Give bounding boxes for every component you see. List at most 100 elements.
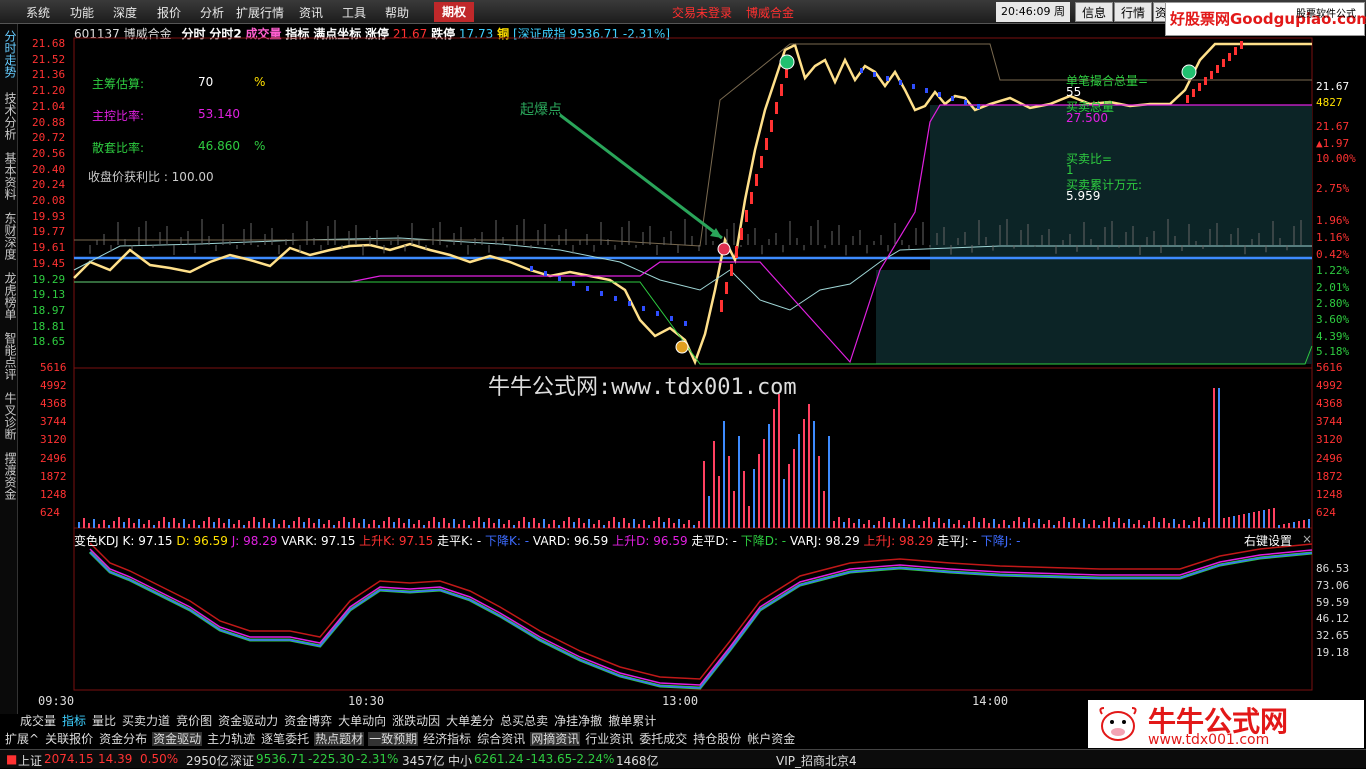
bottom-tab[interactable]: 量比	[92, 714, 116, 728]
bottom-tab[interactable]: 关联报价	[44, 732, 94, 746]
volume-bar	[763, 439, 765, 528]
right-value-1: 55	[1066, 85, 1082, 99]
volume-bar	[693, 525, 695, 528]
price-tick-right: 1.22%	[1316, 264, 1350, 277]
rise-bar	[745, 210, 748, 222]
price-tick-right: 2.80%	[1316, 297, 1350, 310]
bottom-tab[interactable]: 资金驱动力	[218, 714, 278, 728]
price-tick-left: 20.72	[32, 131, 66, 145]
volume-tick-right: 4368	[1316, 397, 1343, 411]
bottom-tab[interactable]: 撤单累计	[608, 714, 656, 728]
sh-label[interactable]: 上证	[18, 752, 42, 769]
bottom-tab[interactable]: 逐笔委托	[260, 732, 310, 746]
volume-tick-left: 3120	[40, 433, 67, 447]
volume-bar	[1273, 508, 1275, 528]
volume-bar	[108, 525, 110, 528]
volume-bar	[508, 520, 510, 528]
price-tick-right: 21.67	[1316, 80, 1350, 93]
volume-bar	[623, 518, 625, 528]
bottom-tab[interactable]: 涨跌动因	[392, 714, 440, 728]
volume-bar	[758, 454, 760, 528]
volume-bar	[78, 522, 80, 528]
volume-bar	[558, 525, 560, 528]
volume-bar	[1288, 523, 1290, 528]
status-bar: ■ 上证 2074.15 14.39 0.50% 2950亿 深证 9536.7…	[0, 749, 1366, 768]
volume-bar	[973, 517, 975, 528]
bottom-tab[interactable]: 网摘资讯	[530, 732, 581, 746]
volume-bar	[563, 521, 565, 528]
volume-bar	[868, 520, 870, 528]
bottom-tab[interactable]: 委托成交	[638, 732, 688, 746]
volume-bar	[953, 524, 955, 528]
bottom-tab[interactable]: 综合资讯	[476, 732, 526, 746]
volume-bar	[1163, 518, 1165, 528]
volume-bar	[993, 519, 995, 528]
bottom-tab[interactable]: 扩展^	[4, 732, 40, 746]
price-tick-left: 18.65	[32, 335, 66, 349]
bottom-tab[interactable]: 资金驱动	[152, 732, 203, 746]
volume-bar	[958, 520, 960, 528]
volume-bar	[1038, 519, 1040, 528]
volume-bar	[898, 523, 900, 528]
time-label: 10:30	[348, 694, 385, 708]
bottom-tab[interactable]: 热点题材	[314, 732, 365, 746]
bottom-tab[interactable]: 成交量	[20, 714, 56, 728]
bottom-tab[interactable]: 买卖力道	[122, 714, 170, 728]
volume-bar	[1073, 518, 1075, 528]
volume-bar	[633, 519, 635, 528]
bottom-tab[interactable]: 行业资讯	[584, 732, 634, 746]
zx-label[interactable]: 中小	[448, 752, 472, 769]
volume-bar	[648, 525, 650, 528]
volume-bar	[638, 524, 640, 528]
bottom-tab[interactable]: 帐户资金	[746, 732, 796, 746]
bottom-tab[interactable]: 主力轨迹	[206, 732, 256, 746]
bottom-tab[interactable]: 大单动向	[338, 714, 386, 728]
volume-bar	[1183, 520, 1185, 528]
volume-bar	[403, 523, 405, 528]
decline-mark	[977, 104, 980, 109]
price-tick-left: 20.56	[32, 146, 66, 160]
volume-bar	[1158, 522, 1160, 528]
decline-mark	[642, 306, 645, 311]
volume-bar	[283, 520, 285, 528]
price-tick-left: 18.97	[32, 303, 66, 317]
bottom-tab[interactable]: 竞价图	[176, 714, 212, 728]
time-label: 09:30	[38, 694, 75, 708]
volume-bar	[358, 523, 360, 528]
rise-bar	[1216, 65, 1219, 73]
rise-bar	[725, 282, 728, 294]
right-value-2: 27.500	[1066, 111, 1108, 125]
volume-bar	[978, 522, 980, 528]
bottom-tab[interactable]: 经济指标	[422, 732, 472, 746]
rise-bar	[1240, 41, 1243, 49]
volume-tick-right: 2496	[1316, 451, 1343, 465]
bottom-tab[interactable]: 总买总卖	[500, 714, 548, 728]
rise-bar	[1228, 53, 1231, 61]
bottom-tab[interactable]: 一致预期	[368, 732, 419, 746]
vip-server[interactable]: VIP_招商北京4	[776, 752, 857, 769]
volume-bar	[338, 521, 340, 528]
volume-bar	[948, 519, 950, 528]
price-tick-left: 19.77	[32, 225, 66, 239]
bottom-tab[interactable]: 指标	[62, 714, 86, 728]
volume-bar	[988, 523, 990, 528]
sz-label[interactable]: 深证	[230, 752, 254, 769]
kdj-settings-button[interactable]: 右键设置	[1244, 532, 1292, 549]
decline-mark	[873, 72, 876, 77]
close-icon[interactable]: ×	[1302, 532, 1312, 546]
volume-bar	[553, 520, 555, 528]
bottom-tab[interactable]: 资金分布	[98, 732, 148, 746]
price-tick-right: 2.75%	[1316, 182, 1350, 195]
bottom-tab[interactable]: 大单差分	[446, 714, 494, 728]
volume-bar	[93, 519, 95, 528]
rise-bar	[780, 84, 783, 96]
volume-bar	[388, 517, 390, 528]
volume-bar	[938, 518, 940, 528]
bottom-tab[interactable]: 持仓股份	[692, 732, 742, 746]
volume-bar	[1228, 517, 1230, 528]
volume-bar	[168, 522, 170, 528]
bottom-tab[interactable]: 资金博弈	[284, 714, 332, 728]
bottom-tab[interactable]: 净挂净撤	[554, 714, 602, 728]
volume-bar	[713, 441, 715, 528]
price-tick-right: 21.67	[1316, 120, 1350, 133]
